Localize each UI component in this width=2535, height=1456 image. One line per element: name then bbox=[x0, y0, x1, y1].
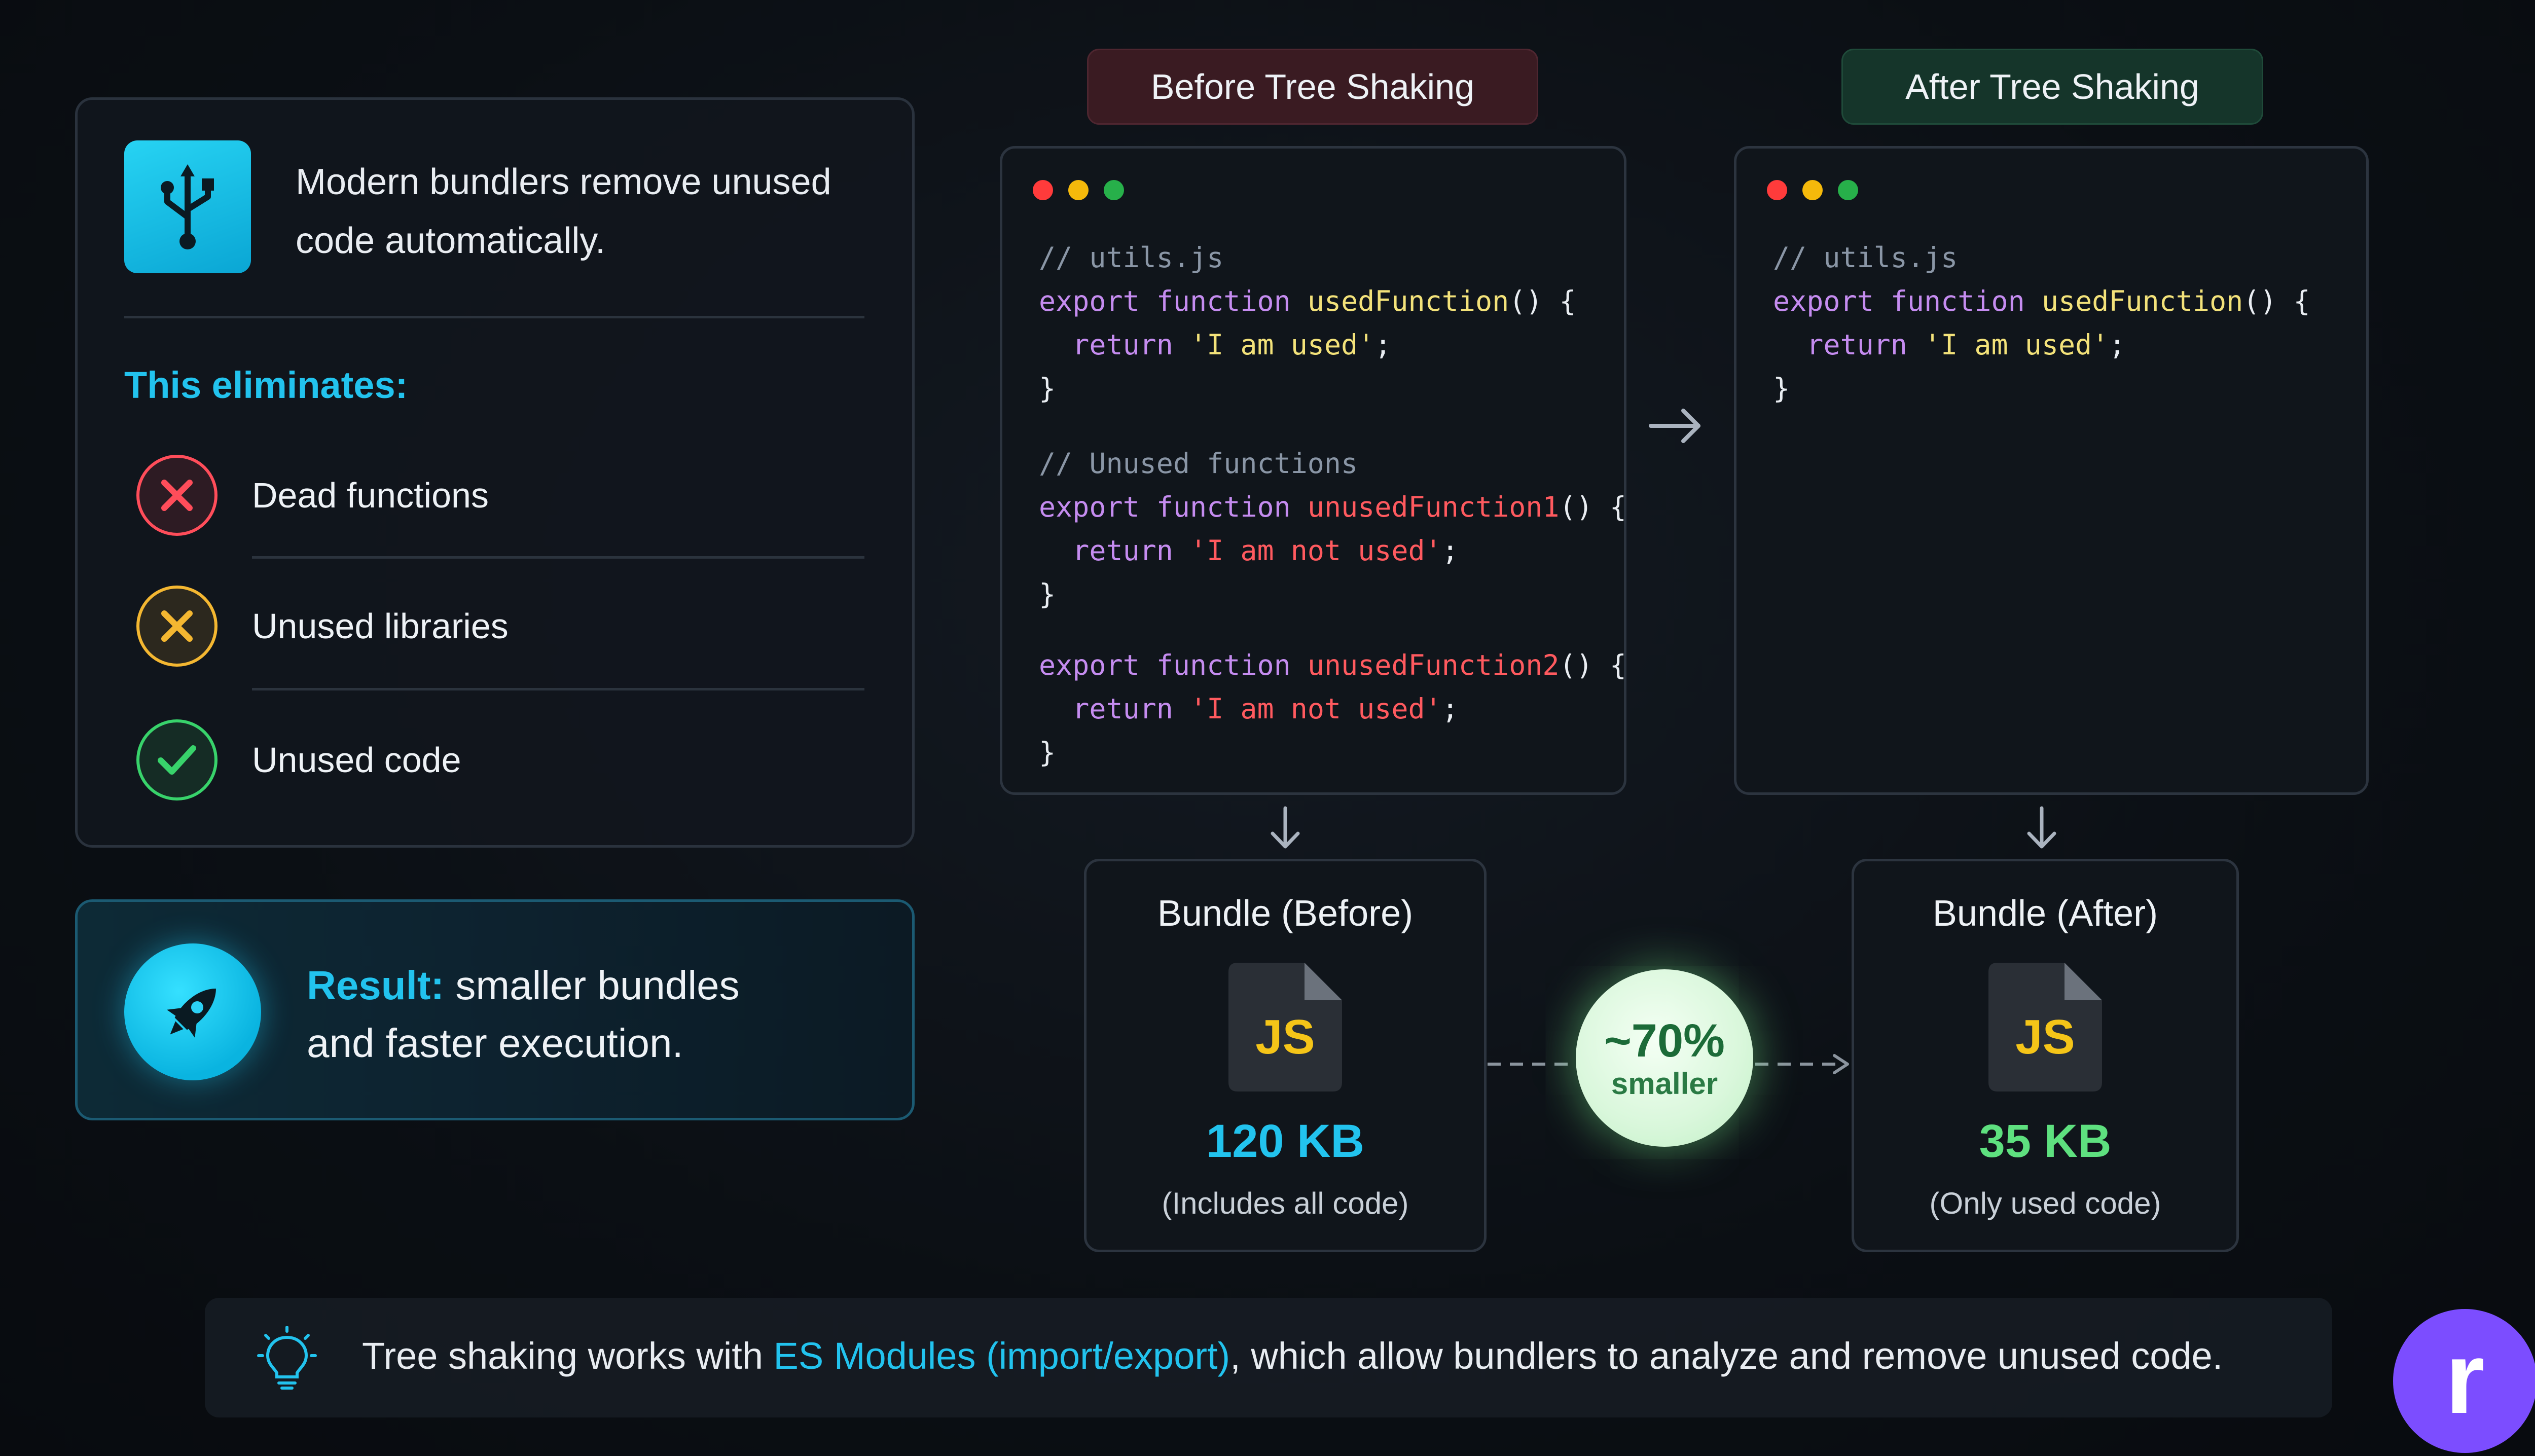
code-block-unused: // Unused functions export function unus… bbox=[1039, 447, 1626, 610]
bundle-size: 35 KB bbox=[1979, 1115, 2112, 1167]
item-label: Unused libraries bbox=[252, 606, 509, 646]
maximize-dot bbox=[1104, 180, 1124, 200]
bundle-size: 120 KB bbox=[1206, 1115, 1364, 1167]
js-file-icon: JS bbox=[1228, 963, 1342, 1091]
divider bbox=[252, 688, 864, 690]
js-file-icon: JS bbox=[1988, 963, 2102, 1091]
minimize-dot bbox=[1068, 180, 1089, 200]
before-badge: Before Tree Shaking bbox=[1087, 49, 1538, 125]
brand-logo: r bbox=[2393, 1309, 2535, 1453]
item-unused-code bbox=[136, 719, 218, 800]
rocket-icon bbox=[124, 943, 261, 1080]
usb-icon bbox=[124, 140, 251, 273]
lightbulb-icon bbox=[251, 1326, 322, 1395]
js-label: JS bbox=[1255, 1010, 1315, 1064]
result-line2: and faster execution. bbox=[307, 1021, 683, 1066]
footer-text: Tree shaking works with ES Modules (impo… bbox=[362, 1335, 2223, 1377]
eliminates-title: This eliminates: bbox=[124, 364, 408, 406]
code-window-after: // utils.js export function usedFunction… bbox=[1734, 146, 2369, 795]
bundle-note: (Only used code) bbox=[1929, 1186, 2161, 1220]
arrow-down-icon bbox=[2024, 805, 2059, 853]
result-label: Result: bbox=[307, 963, 445, 1008]
item-label: Unused code bbox=[252, 740, 461, 780]
item-dead-functions bbox=[136, 455, 218, 536]
after-badge: After Tree Shaking bbox=[1841, 49, 2263, 125]
window-controls bbox=[1767, 180, 1858, 200]
reduction-badge: ~70% smaller bbox=[1576, 969, 1753, 1147]
bundle-after-card: Bundle (After) JS 35 KB (Only used code) bbox=[1852, 859, 2239, 1252]
bundle-title: Bundle (Before) bbox=[1157, 893, 1414, 934]
logo-letter: r bbox=[2445, 1322, 2485, 1435]
item-label: Dead functions bbox=[252, 476, 489, 515]
js-label: JS bbox=[2015, 1010, 2075, 1064]
info-panel: Modern bundlers remove unused code autom… bbox=[75, 97, 915, 848]
result-panel: Result: smaller bundles and faster execu… bbox=[75, 899, 915, 1120]
es-modules-link: ES Modules (import/export) bbox=[773, 1335, 1230, 1377]
divider bbox=[124, 316, 864, 318]
code-block: // utils.js export function usedFunction… bbox=[1039, 241, 1576, 405]
check-icon bbox=[136, 719, 218, 800]
code-window-before: // utils.js export function usedFunction… bbox=[1000, 146, 1626, 795]
close-dot bbox=[1033, 180, 1053, 200]
bundle-title: Bundle (After) bbox=[1932, 893, 2158, 934]
bundle-note: (Includes all code) bbox=[1162, 1186, 1409, 1220]
maximize-dot bbox=[1838, 180, 1858, 200]
intro-text: Modern bundlers remove unused code autom… bbox=[296, 162, 831, 261]
result-text: Result: smaller bundles and faster execu… bbox=[307, 957, 890, 1072]
window-controls bbox=[1033, 180, 1124, 200]
footer-tip: Tree shaking works with ES Modules (impo… bbox=[205, 1298, 2332, 1417]
result-line1: smaller bundles bbox=[444, 963, 740, 1008]
close-dot bbox=[1767, 180, 1787, 200]
arrow-right-icon bbox=[1648, 406, 1704, 449]
code-block: // utils.js export function usedFunction… bbox=[1773, 241, 2310, 405]
arrow-down-icon bbox=[1268, 805, 1303, 853]
item-unused-libraries bbox=[136, 586, 218, 667]
divider bbox=[252, 556, 864, 559]
x-icon bbox=[136, 586, 218, 667]
reduction-label: smaller bbox=[1611, 1066, 1718, 1101]
code-block-unused-2: export function unusedFunction2() { retu… bbox=[1039, 649, 1626, 769]
minimize-dot bbox=[1802, 180, 1823, 200]
reduction-percent: ~70% bbox=[1604, 1014, 1725, 1067]
x-icon bbox=[136, 455, 218, 536]
bundle-before-card: Bundle (Before) JS 120 KB (Includes all … bbox=[1084, 859, 1487, 1252]
